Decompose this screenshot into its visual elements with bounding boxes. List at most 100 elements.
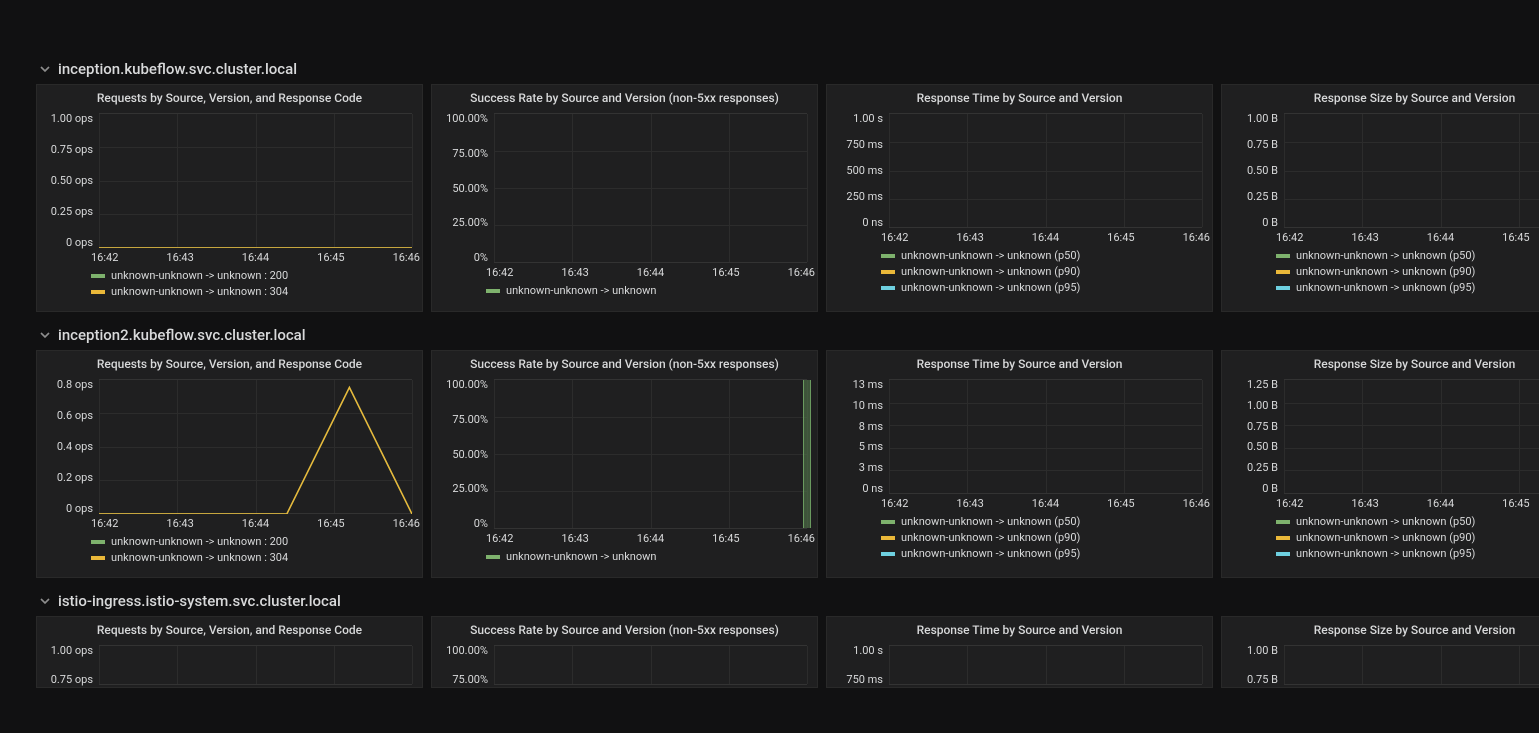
row-header[interactable]: istio-ingress.istio-system.svc.cluster.l… [0, 584, 1539, 616]
chart-panel[interactable]: Requests by Source, Version, and Respons… [36, 350, 423, 578]
y-tick: 13 ms [835, 379, 887, 390]
chart-panel[interactable]: Response Time by Source and Version1.00 … [826, 84, 1213, 312]
row-title: inception2.kubeflow.svc.cluster.local [58, 326, 306, 344]
y-tick: 1.00 ops [45, 645, 97, 656]
row-header[interactable]: inception2.kubeflow.svc.cluster.local [0, 318, 1539, 350]
x-tick: 16:44 [242, 517, 269, 530]
chart-panel[interactable]: Requests by Source, Version, and Respons… [36, 84, 423, 312]
y-tick: 0.4 ops [45, 441, 97, 452]
legend-item[interactable]: unknown-unknown -> unknown [486, 549, 809, 565]
y-axis: 1.00 s750 ms500 ms250 ms0 ns [835, 113, 887, 228]
legend-label: unknown-unknown -> unknown : 200 [111, 534, 288, 550]
x-tick: 16:42 [486, 532, 513, 545]
chart-legend: unknown-unknown -> unknown [432, 279, 817, 303]
y-axis: 100.00%75.00% [440, 645, 492, 685]
y-tick: 0.50 B [1230, 441, 1282, 452]
chart-panel[interactable]: Success Rate by Source and Version (non-… [431, 616, 818, 688]
plot-area: 1.00 s750 ms500 ms250 ms0 ns [835, 113, 1204, 228]
legend-item[interactable]: unknown-unknown -> unknown (p95) [881, 280, 1204, 294]
x-tick: 16:44 [242, 251, 269, 264]
y-tick: 50.00% [440, 183, 492, 194]
legend-item[interactable]: unknown-unknown -> unknown (p90) [1276, 264, 1539, 280]
y-tick: 750 ms [835, 674, 887, 685]
y-tick: 100.00% [440, 113, 492, 124]
x-tick: 16:42 [1276, 231, 1303, 244]
x-tick: 16:42 [1276, 497, 1303, 510]
chart-panel[interactable]: Response Time by Source and Version13 ms… [826, 350, 1213, 578]
y-tick: 0.75 B [1230, 674, 1282, 685]
y-tick: 0.25 ops [45, 206, 97, 217]
y-tick: 1.00 B [1230, 645, 1282, 656]
chart-panel[interactable]: Response Size by Source and Version1.00 … [1221, 84, 1539, 312]
chart-panel[interactable]: Requests by Source, Version, and Respons… [36, 616, 423, 688]
y-tick: 0.25 B [1230, 462, 1282, 473]
chart-panel[interactable]: Response Size by Source and Version 1.00 … [1221, 616, 1539, 688]
y-tick: 0.50 ops [45, 175, 97, 186]
panel-title: Response Size by Source and Version [1222, 617, 1539, 641]
x-tick: 16:44 [637, 266, 664, 279]
legend-item[interactable]: unknown-unknown -> unknown : 200 [91, 534, 414, 550]
x-tick: 16:43 [956, 497, 983, 510]
y-tick: 0.75 B [1230, 139, 1282, 150]
y-axis: 100.00%75.00%50.00%25.00%0% [440, 379, 492, 529]
y-tick: 0% [440, 518, 492, 529]
y-tick: 1.00 B [1230, 113, 1282, 124]
legend-item[interactable]: unknown-unknown -> unknown (p50) [881, 248, 1204, 264]
legend-item[interactable]: unknown-unknown -> unknown (p50) [1276, 514, 1539, 530]
y-tick: 75.00% [440, 148, 492, 159]
x-tick: 16:46 [393, 251, 420, 264]
legend-item[interactable]: unknown-unknown -> unknown : 304 [91, 284, 414, 300]
y-tick: 0 ops [45, 503, 97, 514]
legend-item[interactable]: unknown-unknown -> unknown (p50) [881, 514, 1204, 530]
legend-item[interactable]: unknown-unknown -> unknown (p95) [1276, 280, 1539, 294]
legend-item[interactable]: unknown-unknown -> unknown (p95) [881, 546, 1204, 560]
y-tick: 25.00% [440, 217, 492, 228]
chart-panel[interactable]: Response Time by Source and Version1.00 … [826, 616, 1213, 688]
legend-item[interactable]: unknown-unknown -> unknown (p50) [1276, 248, 1539, 264]
y-axis: 1.00 ops0.75 ops0.50 ops0.25 ops0 ops [45, 113, 97, 248]
legend-item[interactable]: unknown-unknown -> unknown (p90) [1276, 530, 1539, 546]
chart-panel[interactable]: Success Rate by Source and Version (non-… [431, 350, 818, 578]
chart-panel[interactable]: Response Size by Source and Version1.25 … [1221, 350, 1539, 578]
legend-label: unknown-unknown -> unknown (p90) [1296, 264, 1475, 280]
grid [494, 645, 807, 685]
y-axis: 0.8 ops0.6 ops0.4 ops0.2 ops0 ops [45, 379, 97, 514]
chart-legend: unknown-unknown -> unknown (p50)unknown-… [827, 510, 1212, 560]
y-axis: 1.00 ops0.75 ops [45, 645, 97, 685]
y-axis: 13 ms10 ms8 ms5 ms3 ms0 ns [835, 379, 887, 494]
y-tick: 0.75 ops [45, 144, 97, 155]
legend-item[interactable]: unknown-unknown -> unknown : 200 [91, 268, 414, 284]
x-tick: 16:44 [1032, 231, 1059, 244]
legend-label: unknown-unknown -> unknown : 200 [111, 268, 288, 284]
plot-area: 1.00 ops0.75 ops0.50 ops0.25 ops0 ops [45, 113, 414, 248]
dashboard: inception.kubeflow.svc.cluster.local Requ… [0, 0, 1539, 694]
y-tick: 1.00 ops [45, 113, 97, 124]
grid [889, 645, 1202, 685]
x-tick: 16:42 [486, 266, 513, 279]
x-axis: 16:4216:4316:4416:4516:46 [1276, 228, 1539, 244]
x-tick: 16:44 [1032, 497, 1059, 510]
legend-item[interactable]: unknown-unknown -> unknown (p90) [881, 530, 1204, 546]
legend-item[interactable]: unknown-unknown -> unknown (p90) [881, 264, 1204, 280]
x-tick: 16:46 [1183, 231, 1210, 244]
y-tick: 1.00 s [835, 113, 887, 124]
legend-item[interactable]: unknown-unknown -> unknown [486, 283, 809, 299]
y-tick: 1.25 B [1230, 379, 1282, 390]
row-title: inception.kubeflow.svc.cluster.local [58, 60, 297, 78]
legend-item[interactable]: unknown-unknown -> unknown : 304 [91, 550, 414, 566]
y-tick: 25.00% [440, 483, 492, 494]
legend-label: unknown-unknown -> unknown (p50) [1296, 514, 1475, 530]
y-tick: 750 ms [835, 139, 887, 150]
row-header[interactable]: inception.kubeflow.svc.cluster.local [0, 52, 1539, 84]
x-tick: 16:42 [881, 497, 908, 510]
x-tick: 16:46 [1183, 497, 1210, 510]
x-tick: 16:44 [637, 532, 664, 545]
x-tick: 16:45 [712, 266, 739, 279]
legend-label: unknown-unknown -> unknown : 304 [111, 550, 288, 566]
y-axis: 1.00 s750 ms [835, 645, 887, 685]
x-tick: 16:43 [166, 251, 193, 264]
plot-area: 100.00%75.00%50.00%25.00%0% [440, 113, 809, 263]
panel-title: Requests by Source, Version, and Respons… [37, 617, 422, 641]
chart-panel[interactable]: Success Rate by Source and Version (non-… [431, 84, 818, 312]
legend-item[interactable]: unknown-unknown -> unknown (p95) [1276, 546, 1539, 560]
